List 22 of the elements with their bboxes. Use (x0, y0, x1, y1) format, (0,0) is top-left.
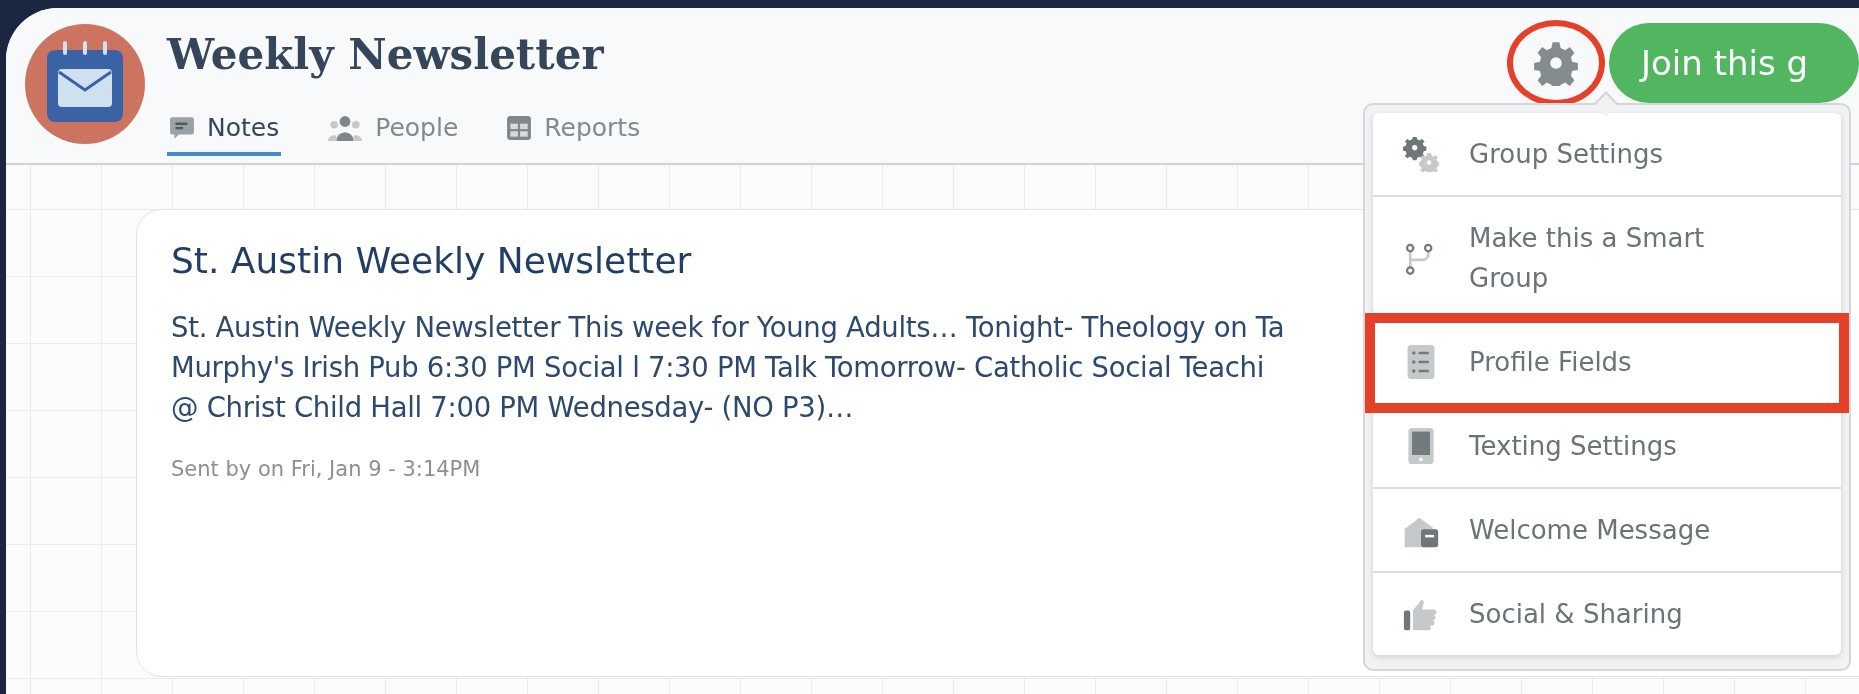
join-group-button[interactable]: Join this g (1609, 23, 1859, 103)
note-preview-line: St. Austin Weekly Newsletter This week for Young Adults… Tonight- Theology on Ta (171, 310, 1285, 345)
menu-item[interactable]: Texting Settings (1373, 405, 1841, 489)
menu-item[interactable]: Group Settings (1373, 113, 1841, 197)
menu-item[interactable]: Welcome Message (1373, 489, 1841, 573)
settings-icon[interactable] (1533, 40, 1579, 86)
note-preview-line: Murphy's Irish Pub 6:30 PM Social l 7:30 PM Talk Tomorrow- Catholic Social Teachi (171, 350, 1265, 385)
table-icon (506, 114, 533, 141)
menu-item[interactable]: Social & Sharing (1373, 573, 1841, 655)
tab[interactable]: People (325, 113, 461, 156)
gears-icon (1403, 136, 1439, 172)
menu-item[interactable]: Make this a Smart Group (1373, 197, 1841, 321)
tab[interactable]: Reports (504, 113, 643, 156)
chat-icon (169, 114, 195, 141)
menu-item[interactable]: Profile Fields (1373, 321, 1841, 405)
note-preview-line: @ Christ Child Hall 7:00 PM Wednesday- (NO P3)… (171, 390, 854, 425)
people-icon (327, 114, 364, 141)
note-meta: Sent by on Fri, Jan 9 - 3:14PM (171, 457, 481, 481)
newsletter-avatar-icon (25, 24, 145, 144)
group-title: Weekly Newsletter (167, 30, 605, 79)
note-title[interactable]: St. Austin Weekly Newsletter (171, 240, 692, 281)
tab[interactable]: Notes (167, 113, 282, 156)
